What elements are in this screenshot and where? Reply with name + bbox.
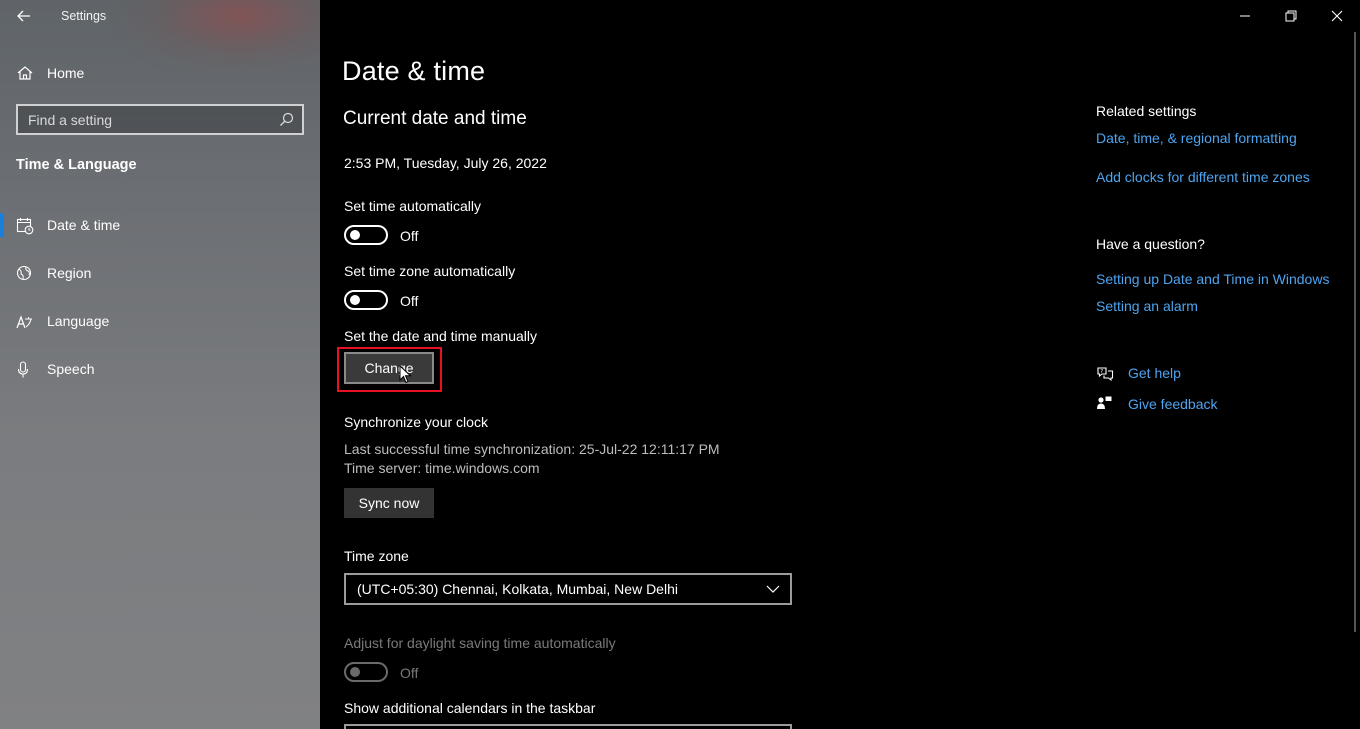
dst-label: Adjust for daylight saving time automati… (344, 635, 616, 651)
dst-toggle[interactable] (344, 662, 388, 682)
last-sync-text: Last successful time synchronization: 25… (344, 441, 720, 457)
change-button[interactable]: Change (344, 352, 434, 384)
restore-icon (1285, 10, 1297, 22)
toggle-knob (350, 667, 360, 677)
current-date-heading: Current date and time (343, 108, 527, 129)
question-heading: Have a question? (1096, 236, 1205, 252)
sidebar-item-region[interactable]: Region (0, 255, 320, 291)
mouse-cursor-icon (399, 365, 412, 384)
get-help-link[interactable]: Get help (1128, 365, 1181, 381)
sidebar-item-label: Language (47, 313, 110, 329)
microphone-icon (17, 361, 29, 378)
give-feedback-icon (1097, 396, 1112, 409)
sync-heading: Synchronize your clock (344, 414, 488, 430)
sidebar-item-label: Region (47, 265, 92, 281)
sidebar-item-label: Home (47, 65, 85, 81)
back-button[interactable] (8, 2, 40, 30)
setting-up-date-time-link[interactable]: Setting up Date and Time in Windows (1096, 271, 1329, 287)
set-time-auto-label: Set time automatically (344, 198, 481, 214)
calendars-label: Show additional calendars in the taskbar (344, 700, 596, 716)
sidebar: Settings Home Find a setting Time & Lang… (0, 0, 320, 729)
sidebar-item-date-time[interactable]: Date & time (0, 207, 320, 243)
close-button[interactable] (1314, 0, 1360, 32)
svg-text:?: ? (1100, 369, 1103, 375)
restore-button[interactable] (1268, 0, 1314, 32)
chevron-down-icon (766, 585, 780, 593)
related-settings-heading: Related settings (1096, 103, 1197, 119)
add-clocks-link[interactable]: Add clocks for different time zones (1096, 169, 1310, 185)
toggle-knob (350, 230, 360, 240)
app-title: Settings (61, 9, 107, 23)
set-tz-auto-state: Off (400, 293, 419, 309)
selected-indicator (0, 213, 4, 237)
sidebar-item-home[interactable]: Home (0, 58, 320, 88)
current-datetime: 2:53 PM, Tuesday, July 26, 2022 (344, 155, 547, 171)
give-feedback-link[interactable]: Give feedback (1128, 396, 1218, 412)
sidebar-item-label: Date & time (47, 217, 121, 233)
search-icon (280, 112, 294, 126)
calendars-select[interactable] (344, 724, 792, 729)
get-help-icon: ? (1097, 367, 1114, 382)
timezone-select[interactable]: (UTC+05:30) Chennai, Kolkata, Mumbai, Ne… (344, 573, 792, 605)
page-title: Date & time (342, 56, 486, 86)
sidebar-item-label: Speech (47, 361, 95, 377)
scrollbar[interactable] (1354, 32, 1356, 632)
section-title: Time & Language (16, 157, 137, 173)
set-tz-auto-label: Set time zone automatically (344, 263, 516, 279)
close-icon (1331, 10, 1343, 22)
dst-state: Off (400, 665, 419, 681)
home-icon (17, 66, 33, 80)
setting-alarm-link[interactable]: Setting an alarm (1096, 298, 1198, 314)
sidebar-item-language[interactable]: Language (0, 303, 320, 339)
minimize-button[interactable] (1222, 0, 1268, 32)
regional-formatting-link[interactable]: Date, time, & regional formatting (1096, 130, 1297, 146)
globe-icon (16, 265, 32, 281)
timezone-label: Time zone (344, 548, 409, 564)
minimize-icon (1240, 15, 1250, 17)
time-server-text: Time server: time.windows.com (344, 460, 540, 476)
manual-label: Set the date and time manually (344, 328, 538, 344)
back-arrow-icon (17, 10, 30, 22)
calendar-clock-icon (16, 218, 34, 235)
set-time-auto-state: Off (400, 228, 419, 244)
timezone-value: (UTC+05:30) Chennai, Kolkata, Mumbai, Ne… (357, 581, 678, 597)
search-input[interactable]: Find a setting (16, 104, 304, 135)
language-icon (16, 315, 32, 329)
sidebar-item-speech[interactable]: Speech (0, 351, 320, 387)
sync-now-button[interactable]: Sync now (344, 488, 434, 518)
set-time-auto-toggle[interactable] (344, 225, 388, 245)
toggle-knob (350, 295, 360, 305)
set-tz-auto-toggle[interactable] (344, 290, 388, 310)
search-placeholder: Find a setting (28, 112, 113, 128)
